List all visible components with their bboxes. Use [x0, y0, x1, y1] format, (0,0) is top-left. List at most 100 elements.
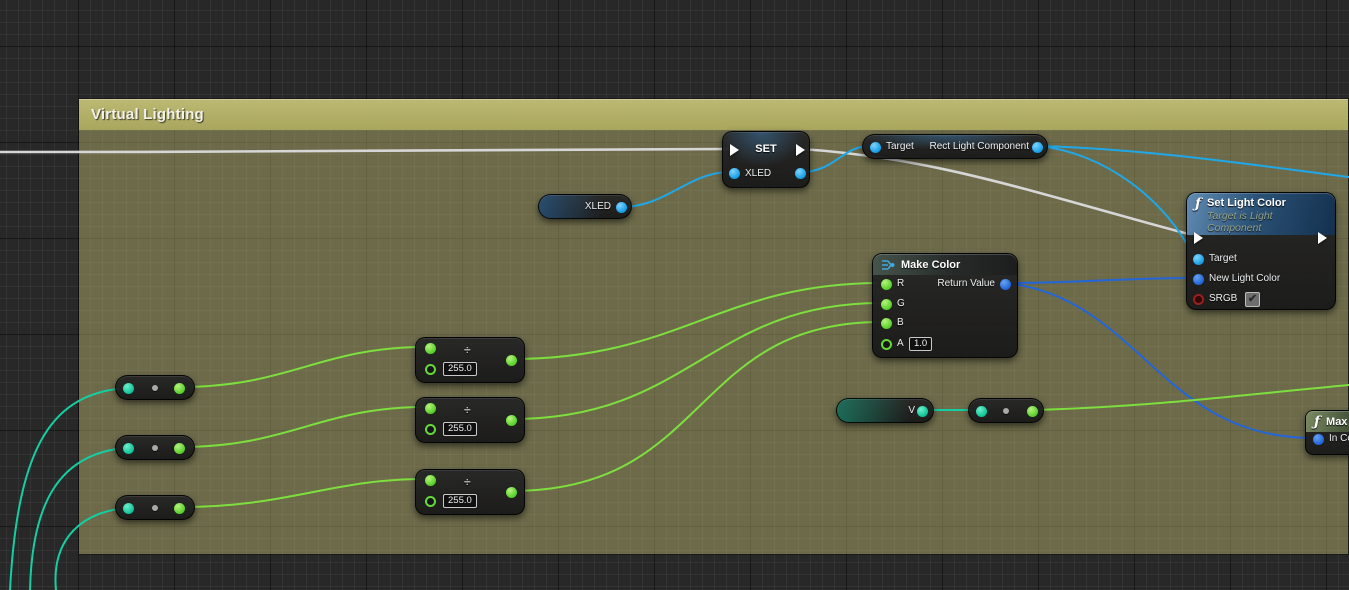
wire-bottom-left-1[interactable]	[10, 388, 125, 590]
a-pin[interactable]	[881, 339, 892, 350]
wire-makecolor-to-newlightcolor[interactable]	[1006, 278, 1193, 283]
xled-output-pin[interactable]	[795, 168, 806, 179]
srgb-label: SRGB	[1209, 293, 1237, 304]
target-input-pin[interactable]	[870, 142, 881, 153]
exec-out-pin[interactable]	[796, 144, 805, 156]
target-input-label: Target	[886, 141, 914, 152]
convert-out-pin[interactable]	[1027, 406, 1038, 417]
divide-out-pin[interactable]	[506, 355, 517, 366]
divide-a-pin[interactable]	[425, 475, 436, 486]
divide-b-pin[interactable]	[425, 424, 436, 435]
b-pin[interactable]	[881, 318, 892, 329]
v-getter-output-pin[interactable]	[917, 406, 928, 417]
new-light-color-pin[interactable]	[1193, 274, 1204, 285]
node-xled-getter[interactable]: XLED	[538, 194, 632, 219]
xled-input-label: XLED	[745, 168, 771, 179]
wire-bottom-left-2[interactable]	[30, 448, 125, 590]
a-label: A	[897, 338, 904, 349]
conversion-dot-icon	[152, 505, 158, 511]
g-label: G	[897, 298, 905, 309]
node-convert-2[interactable]	[115, 435, 195, 460]
conversion-dot-icon	[152, 445, 158, 451]
wire-rectlight-to-slc-target[interactable]	[1038, 146, 1193, 256]
divide-b-field[interactable]: 255.0	[443, 494, 477, 508]
divide-a-pin[interactable]	[425, 343, 436, 354]
node-header: ƒ Set Light Color Target is Light Compon…	[1187, 193, 1335, 235]
divide-b-field[interactable]: 255.0	[443, 422, 477, 436]
exec-in-pin[interactable]	[1194, 232, 1203, 244]
node-set-light-color[interactable]: ƒ Set Light Color Target is Light Compon…	[1186, 192, 1336, 310]
node-subtitle: Target is Light Component	[1207, 210, 1327, 234]
wire-bottom-left-3[interactable]	[56, 508, 125, 590]
node-title: Make Color	[901, 259, 960, 271]
node-convert-1[interactable]	[115, 375, 195, 400]
wire-rectlight-to-right-edge[interactable]	[1038, 146, 1349, 177]
in-color-pin[interactable]	[1313, 434, 1324, 445]
xled-getter-label: XLED	[585, 201, 611, 212]
node-max[interactable]: ƒ Max ( In Col	[1305, 410, 1349, 455]
divide-icon: ÷	[464, 477, 471, 487]
v-getter-label: V	[908, 405, 915, 416]
wire-div3-to-b[interactable]	[512, 322, 881, 491]
convert-in-pin[interactable]	[976, 406, 987, 417]
rect-light-output-pin[interactable]	[1032, 142, 1043, 153]
function-icon: ƒ	[1314, 415, 1320, 429]
divide-b-pin[interactable]	[425, 364, 436, 375]
srgb-checkbox[interactable]: ✔	[1245, 292, 1260, 307]
convert-in-pin[interactable]	[123, 443, 134, 454]
srgb-pin[interactable]	[1193, 294, 1204, 305]
b-label: B	[897, 317, 904, 328]
wire-xled-to-set[interactable]	[622, 172, 729, 207]
node-convert-v[interactable]	[968, 398, 1044, 423]
node-make-color[interactable]: Make Color R G B A 1.0 Return Value	[872, 253, 1018, 358]
in-color-label: In Col	[1329, 433, 1349, 444]
r-label: R	[897, 278, 904, 289]
a-value-field[interactable]: 1.0	[909, 337, 932, 351]
divide-icon: ÷	[464, 345, 471, 355]
divide-a-pin[interactable]	[425, 403, 436, 414]
node-set-xled[interactable]: SET XLED	[722, 131, 810, 188]
divide-out-pin[interactable]	[506, 415, 517, 426]
node-divide-2[interactable]: ÷ 255.0	[415, 397, 525, 443]
g-pin[interactable]	[881, 299, 892, 310]
convert-out-pin[interactable]	[174, 383, 185, 394]
node-v-getter[interactable]: V	[836, 398, 934, 423]
xled-getter-output-pin[interactable]	[616, 202, 627, 213]
xled-input-pin[interactable]	[729, 168, 740, 179]
divide-b-field[interactable]: 255.0	[443, 362, 477, 376]
node-title: Max (	[1326, 416, 1349, 428]
divide-b-pin[interactable]	[425, 496, 436, 507]
node-header: ƒ Max (	[1306, 411, 1349, 432]
wire-layer	[0, 0, 1349, 590]
node-divide-1[interactable]: ÷ 255.0	[415, 337, 525, 383]
convert-in-pin[interactable]	[123, 503, 134, 514]
return-value-label: Return Value	[937, 278, 995, 289]
function-icon: ƒ	[1195, 197, 1201, 211]
wire-exec-set-to-setlightcolor[interactable]	[801, 149, 1196, 236]
r-pin[interactable]	[881, 279, 892, 290]
convert-out-pin[interactable]	[174, 443, 185, 454]
wire-conv3-to-div3[interactable]	[180, 479, 425, 507]
divide-icon: ÷	[464, 405, 471, 415]
wire-div2-to-g[interactable]	[512, 303, 881, 419]
wire-exec-main-in[interactable]	[0, 149, 729, 152]
wire-conv1-to-div1[interactable]	[180, 347, 425, 387]
return-value-pin[interactable]	[1000, 279, 1011, 290]
wire-conv2-to-div2[interactable]	[180, 407, 425, 447]
node-rect-light-component[interactable]: Target Rect Light Component	[862, 134, 1048, 159]
blueprint-graph-canvas[interactable]: Virtual Lighting SET XLED XLED	[0, 0, 1349, 590]
target-pin[interactable]	[1193, 254, 1204, 265]
conversion-dot-icon	[152, 385, 158, 391]
divide-out-pin[interactable]	[506, 487, 517, 498]
conversion-dot-icon	[1003, 408, 1009, 414]
wire-div1-to-r[interactable]	[512, 283, 881, 359]
convert-out-pin[interactable]	[174, 503, 185, 514]
target-label: Target	[1209, 253, 1237, 264]
rect-light-output-label: Rect Light Component	[929, 141, 1029, 152]
exec-out-pin[interactable]	[1318, 232, 1327, 244]
node-title: Set Light Color	[1207, 197, 1327, 209]
node-header: Make Color	[873, 254, 1017, 275]
node-convert-3[interactable]	[115, 495, 195, 520]
convert-in-pin[interactable]	[123, 383, 134, 394]
node-divide-3[interactable]: ÷ 255.0	[415, 469, 525, 515]
